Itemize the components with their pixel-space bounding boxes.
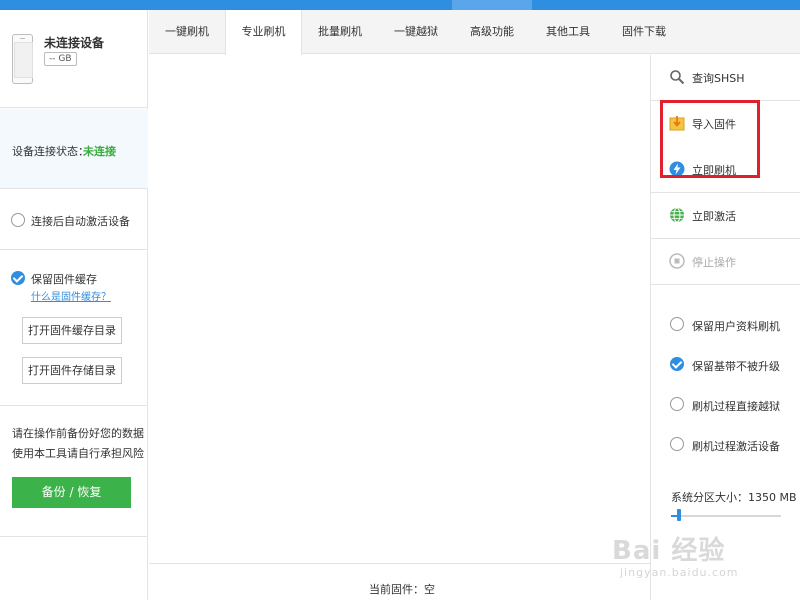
stop-icon [669,253,685,269]
what-is-cache-link[interactable]: 什么是固件缓存？ [31,288,111,303]
option-jailbreak-during-flash[interactable]: 刷机过程直接越狱 [651,385,800,425]
keep-cache-label: 保留固件缓存 [31,273,97,286]
stop-operation-action[interactable]: 停止操作 [651,239,800,285]
jailbreak-during-flash-radio[interactable] [670,397,684,411]
connection-status-value: 未连接 [83,145,116,158]
system-partition-label: 系统分区大小：1350 MB [671,491,797,504]
warning-text-line1: 请在操作前备份好您的数据 [12,427,144,440]
keep-cache-checkbox[interactable] [11,271,25,285]
keep-user-data-label: 保留用户资料刷机 [692,320,780,333]
device-name: 未连接设备 [44,36,105,50]
magnifier-icon [670,70,685,85]
jailbreak-during-flash-label: 刷机过程直接越狱 [692,400,780,413]
activate-during-flash-radio[interactable] [670,437,684,451]
backup-restore-button[interactable]: 备份 / 恢复 [12,477,131,508]
watermark-url: jingyan.baidu.com [620,566,739,579]
open-cache-dir-button[interactable]: 打开固件缓存目录 [22,317,122,344]
activate-now-action[interactable]: 立即激活 [651,193,800,239]
stop-operation-label: 停止操作 [692,256,736,269]
tab-pro-flash[interactable]: 专业刷机 [225,10,302,55]
option-activate-during-flash[interactable]: 刷机过程激活设备 [651,425,800,465]
tab-advanced[interactable]: 高级功能 [454,10,530,54]
query-shsh-label: 查询SHSH [692,72,745,85]
baidu-jingyan-watermark: Bai 经验 [612,536,726,566]
current-firmware-label: 当前固件：空 [369,583,435,596]
red-highlight-box [660,100,760,178]
main-content: 当前固件：空 [149,55,650,600]
tab-one-click-flash[interactable]: 一键刷机 [149,10,225,54]
current-firmware-bar: 当前固件：空 [149,563,650,600]
device-capacity-badge: -- GB [44,52,77,66]
auto-activate-label: 连接后自动激活设备 [31,215,130,228]
query-shsh-action[interactable]: 查询SHSH [651,55,800,101]
keep-baseband-label: 保留基带不被升级 [692,360,780,373]
tab-firmware-download[interactable]: 固件下载 [606,10,682,54]
connection-status-panel: 设备连接状态： 未连接 [0,109,148,189]
tab-other-tools[interactable]: 其他工具 [530,10,606,54]
option-keep-baseband[interactable]: 保留基带不被升级 [651,345,800,385]
tab-batch-flash[interactable]: 批量刷机 [302,10,378,54]
connection-status-label: 设备连接状态： [12,145,89,158]
keep-user-data-radio[interactable] [670,317,684,331]
top-accent-bar [0,0,800,10]
system-partition-slider[interactable] [671,509,781,521]
phone-icon [12,34,33,84]
firmware-cache-section: 保留固件缓存 什么是固件缓存？ 打开固件缓存目录 打开固件存储目录 [0,251,148,406]
globe-icon [670,207,684,223]
auto-activate-radio[interactable] [11,213,25,227]
auto-activate-option[interactable]: 连接后自动激活设备 [0,190,148,250]
warning-text-line2: 使用本工具请自行承担风险 [12,447,144,460]
top-accent-segment [452,0,532,10]
keep-baseband-checkbox[interactable] [670,357,684,371]
activate-now-label: 立即激活 [692,210,736,223]
activate-during-flash-label: 刷机过程激活设备 [692,440,780,453]
option-keep-user-data[interactable]: 保留用户资料刷机 [651,305,800,345]
left-sidebar: 未连接设备 -- GB 设备连接状态： 未连接 连接后自动激活设备 保留固件缓存… [0,10,148,600]
tab-bar: 一键刷机 专业刷机 批量刷机 一键越狱 高级功能 其他工具 固件下载 [149,10,800,55]
risk-warning-section: 请在操作前备份好您的数据 使用本工具请自行承担风险 备份 / 恢复 [0,407,148,537]
open-storage-dir-button[interactable]: 打开固件存储目录 [22,357,122,384]
slider-handle[interactable] [677,509,681,521]
device-card: 未连接设备 -- GB [0,10,148,108]
tab-jailbreak[interactable]: 一键越狱 [378,10,454,54]
